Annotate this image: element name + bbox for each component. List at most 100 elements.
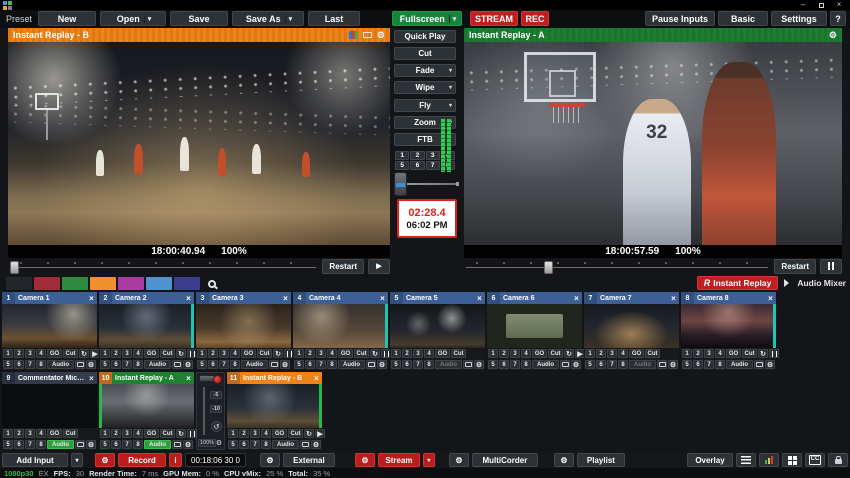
overlay-2-button[interactable]: 2 [402, 349, 412, 358]
overlay-2-button[interactable]: 2 [305, 349, 315, 358]
gear-icon[interactable]: ⚙ [280, 360, 290, 369]
multicorder-settings-gear-icon[interactable]: ⚙ [449, 453, 469, 467]
overlay-3-button[interactable]: 3 [25, 349, 35, 358]
overlay-8-button[interactable]: 8 [36, 440, 46, 449]
program-seek-handle[interactable] [544, 261, 553, 274]
input-tile-4[interactable]: 4Camera 4×1234GOCut↻5678Audio⚙ [293, 292, 388, 370]
loop-icon[interactable]: ↻ [304, 429, 314, 438]
fullscreen-button[interactable]: Fullscreen▾ [392, 11, 462, 26]
overlay-2-button[interactable]: 2 [239, 429, 249, 438]
closed-captions-button[interactable]: CC [805, 453, 825, 467]
close-input-button[interactable]: × [280, 294, 291, 303]
record-dot-button[interactable] [213, 375, 222, 384]
loop-icon[interactable]: ↻ [564, 349, 574, 358]
gear-icon[interactable]: ⚙ [86, 440, 96, 449]
playlist-settings-gear-icon[interactable]: ⚙ [554, 453, 574, 467]
input-thumbnail[interactable] [227, 384, 322, 428]
fullscreen-output-button[interactable] [366, 360, 376, 369]
close-input-button[interactable]: × [377, 294, 388, 303]
multiview-button[interactable] [782, 453, 802, 467]
overlay-1-button[interactable]: 1 [100, 349, 110, 358]
external-button[interactable]: External [283, 453, 335, 467]
cut-button[interactable]: Cut [63, 429, 78, 438]
input-tile-2[interactable]: 2Camera 2×1234GOCut↻5678Audio⚙ [99, 292, 194, 370]
overlay-4-button[interactable]: 4 [230, 349, 240, 358]
transition-number-7[interactable]: 7 [426, 161, 440, 170]
overlay-6-button[interactable]: 6 [208, 360, 218, 369]
input-tile-1[interactable]: 1Camera 1×1234GOCut↻▶5678Audio⚙ [2, 292, 97, 370]
go-button[interactable]: GO [338, 349, 353, 358]
quick-play-button[interactable]: Quick Play [394, 30, 456, 43]
loop-icon[interactable]: ↻ [176, 349, 186, 358]
overlay-3-button[interactable]: 3 [25, 429, 35, 438]
overlay-7-button[interactable]: 7 [413, 360, 423, 369]
transition-number-5[interactable]: 5 [395, 161, 409, 170]
save-as-button[interactable]: Save As▾ [232, 11, 304, 26]
input-thumbnail[interactable] [681, 304, 776, 348]
overlay-7-button[interactable]: 7 [122, 360, 132, 369]
overlay-5-button[interactable]: 5 [585, 360, 595, 369]
loop-icon[interactable]: ↻ [370, 349, 380, 358]
maximize-button[interactable] [812, 0, 830, 10]
close-input-button[interactable]: × [183, 294, 194, 303]
play-icon[interactable]: ▶ [315, 429, 325, 438]
overlay-8-button[interactable]: 8 [424, 360, 434, 369]
open-dropdown-icon[interactable]: ▾ [144, 15, 155, 23]
cut-button[interactable]: Cut [257, 349, 272, 358]
overlay-6-button[interactable]: 6 [14, 360, 24, 369]
input-thumbnail[interactable] [293, 304, 388, 348]
audio-button[interactable]: Audio [726, 360, 753, 369]
overlay-1-button[interactable]: 1 [585, 349, 595, 358]
overlay-4-button[interactable]: 4 [424, 349, 434, 358]
overlay-2-button[interactable]: 2 [14, 429, 24, 438]
overlay-1-button[interactable]: 1 [100, 429, 110, 438]
go-button[interactable]: GO [241, 349, 256, 358]
overlay-7-button[interactable]: 7 [316, 360, 326, 369]
overlay-7-button[interactable]: 7 [704, 360, 714, 369]
overlay-5-button[interactable]: 5 [391, 360, 401, 369]
stream-settings-gear-icon[interactable]: ⚙ [355, 453, 375, 467]
stream-dropdown-icon[interactable]: ▾ [423, 453, 435, 467]
overlay-4-button[interactable]: 4 [133, 349, 143, 358]
transition-number-1[interactable]: 1 [395, 151, 409, 160]
pause-inputs-button[interactable]: Pause Inputs [645, 11, 715, 26]
close-input-button[interactable]: × [311, 374, 322, 383]
input-thumbnail[interactable] [196, 304, 291, 348]
overlay-5-button[interactable]: 5 [100, 440, 110, 449]
settings-button[interactable]: Settings [771, 11, 827, 26]
overlay-1-button[interactable]: 1 [3, 429, 13, 438]
program-pause-button[interactable] [820, 259, 842, 274]
monitor-icon[interactable] [363, 32, 372, 38]
color-swatch[interactable] [6, 277, 32, 290]
fullscreen-output-button[interactable] [75, 360, 85, 369]
fader-minus10-button[interactable]: -10 [210, 405, 222, 413]
preview-seek-track[interactable] [8, 259, 318, 274]
overlay-2-button[interactable]: 2 [693, 349, 703, 358]
overlay-4-button[interactable]: 4 [327, 349, 337, 358]
preview-video[interactable] [8, 42, 390, 245]
fader-reset-icon[interactable]: ↺ [211, 421, 222, 432]
fullscreen-dropdown-icon[interactable]: ▾ [449, 15, 460, 23]
record-settings-gear-icon[interactable]: ⚙ [95, 453, 115, 467]
input-thumbnail[interactable] [99, 304, 194, 348]
overlay-5-button[interactable]: 5 [3, 360, 13, 369]
overlay-1-button[interactable]: 1 [391, 349, 401, 358]
input-tile-9[interactable]: 9Commentator Microphone×1234GOCut5678Aud… [2, 372, 97, 450]
cut-button[interactable]: Cut [645, 349, 660, 358]
overlay-1-button[interactable]: 1 [488, 349, 498, 358]
overlay-1-button[interactable]: 1 [3, 349, 13, 358]
input-thumbnail[interactable] [99, 384, 194, 428]
record-button[interactable]: Record [118, 453, 166, 467]
cut-button[interactable]: Cut [548, 349, 563, 358]
gear-icon[interactable]: ⚙ [311, 440, 321, 449]
add-input-dropdown-icon[interactable]: ▾ [71, 453, 83, 467]
go-button[interactable]: GO [144, 429, 159, 438]
overlay-2-button[interactable]: 2 [111, 429, 121, 438]
fullscreen-output-button[interactable] [560, 360, 570, 369]
overlay-4-button[interactable]: 4 [36, 349, 46, 358]
overlay-1-button[interactable]: 1 [228, 429, 238, 438]
input-thumbnail[interactable] [390, 304, 485, 348]
audio-button[interactable]: Audio [272, 440, 299, 449]
input-thumbnail[interactable] [487, 304, 582, 348]
record-info-button[interactable]: i [169, 453, 182, 467]
